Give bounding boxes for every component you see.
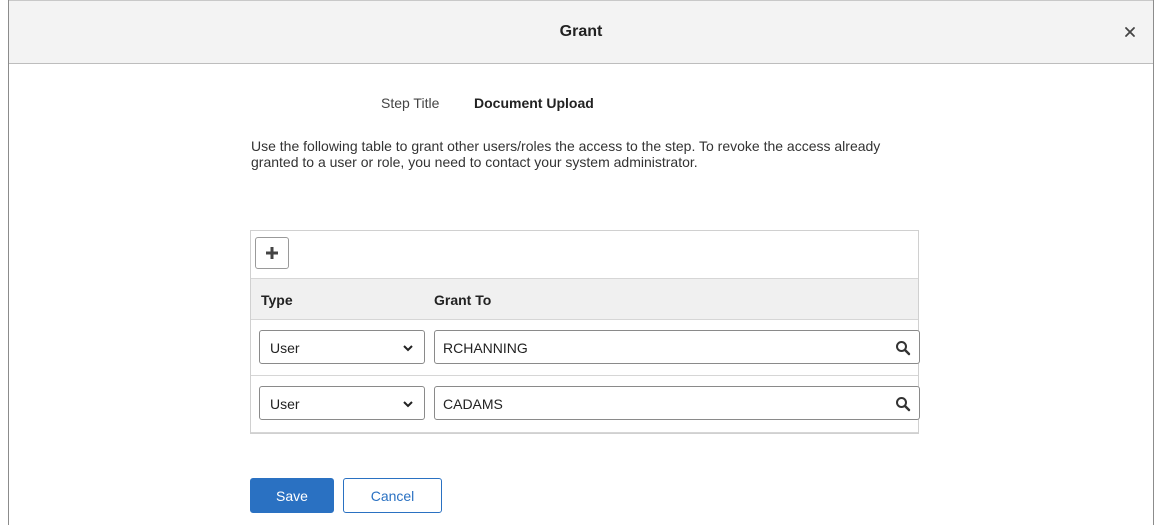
grant-to-input[interactable] [443,393,863,415]
instructions-text: Use the following table to grant other u… [251,138,881,170]
grant-grid: Type Grant To User User [250,230,920,434]
close-button[interactable] [1119,21,1141,43]
type-select-value: User [270,340,300,356]
grant-to-input[interactable] [443,337,863,359]
search-icon[interactable] [895,396,911,412]
grant-to-field[interactable] [434,330,920,364]
column-header-type[interactable]: Type [261,292,293,308]
type-select-value: User [270,396,300,412]
grant-to-field[interactable] [434,386,920,420]
step-title-value: Document Upload [474,95,594,111]
table-row: User [251,320,920,376]
type-select[interactable]: User [259,386,425,420]
chevron-down-icon [403,401,413,408]
search-icon[interactable] [895,340,911,356]
add-row-button[interactable] [255,237,289,269]
step-title-label: Step Title [381,95,440,111]
dialog-title: Grant [559,23,603,40]
type-select[interactable]: User [259,330,425,364]
chevron-down-icon [403,345,413,352]
table-row: User [251,376,920,433]
column-header-grant-to[interactable]: Grant To [434,292,491,308]
grid-toolbar [251,231,918,279]
plus-icon [266,247,278,259]
cancel-button[interactable]: Cancel [343,478,442,513]
dialog-titlebar: Grant [9,0,1153,64]
grant-dialog: Grant Step Title Document Upload Use the… [8,0,1154,525]
save-button[interactable]: Save [250,478,334,513]
close-icon [1125,27,1135,37]
grid-header: Type Grant To [251,279,918,320]
